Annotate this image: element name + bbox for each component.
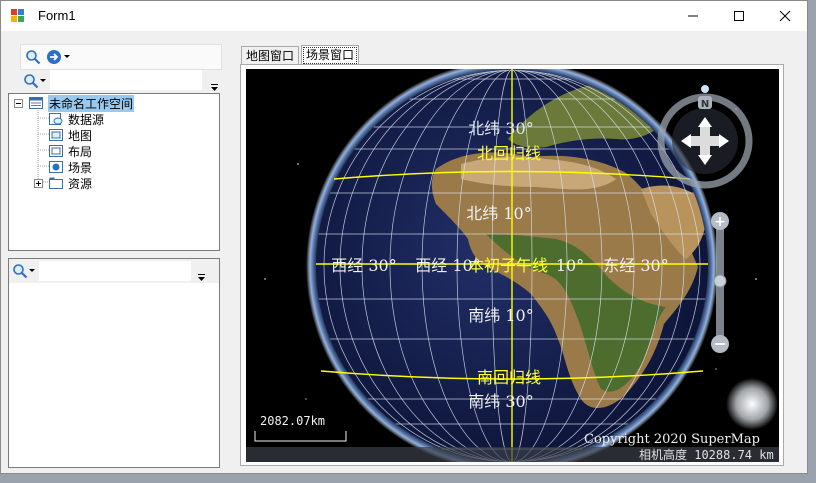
chevron-down-icon[interactable] <box>40 79 46 83</box>
title-bar: Form1 <box>1 1 807 31</box>
overflow-dropdown-icon[interactable] <box>197 273 206 282</box>
label-tropic-cancer: 北回归线 <box>477 144 541 163</box>
datasource-icon <box>49 113 63 125</box>
window-title: Form1 <box>38 8 76 23</box>
layer-toolbar <box>9 259 219 283</box>
folder-icon <box>49 177 63 189</box>
label-lat-n30: 北纬 30° <box>468 119 533 138</box>
scene-view[interactable]: 北纬 30° 北回归线 北纬 10° 西经 30° 西经 10° 本初子午线 1… <box>246 69 779 462</box>
search-icon[interactable] <box>25 49 41 65</box>
chevron-down-icon[interactable] <box>29 269 35 273</box>
scale-bar: 2082.07km <box>254 414 347 442</box>
tree-item-label[interactable]: 资源 <box>68 175 92 192</box>
label-lat-n10: 北纬 10° <box>466 204 531 223</box>
minimize-button[interactable] <box>670 1 716 31</box>
workspace-tree[interactable]: 未命名工作空间 数据源 地图 布局 场景 资源 <box>8 93 220 251</box>
chevron-down-icon[interactable] <box>64 55 70 59</box>
copyright-text: Copyright 2020 SuperMap <box>584 432 760 447</box>
maximize-icon <box>734 11 744 21</box>
collapse-icon[interactable] <box>14 98 23 108</box>
label-lon-w30: 西经 30° <box>331 256 396 275</box>
tree-item-label[interactable]: 场景 <box>68 159 92 176</box>
tab-scene-window[interactable]: 场景窗口 <box>301 45 360 66</box>
label-lon-e30: 东经 30° <box>603 256 668 275</box>
label-lat-s30: 南纬 30° <box>468 392 533 411</box>
tree-item-maps[interactable]: 地图 <box>49 127 92 143</box>
camera-height-text: 相机高度 10288.74 km <box>639 447 774 462</box>
maximize-button[interactable] <box>716 1 762 31</box>
sun-glow <box>726 378 778 430</box>
tree-root-label[interactable]: 未命名工作空间 <box>48 94 135 112</box>
expand-icon[interactable] <box>34 179 43 188</box>
app-icon <box>11 9 24 22</box>
map-icon <box>49 129 63 141</box>
layer-search-input[interactable] <box>39 261 191 281</box>
label-tropic-capricorn: 南回归线 <box>477 368 541 387</box>
tree-lines <box>37 110 49 183</box>
close-button[interactable] <box>762 1 808 31</box>
scale-text: 2082.07km <box>260 414 325 428</box>
tree-item-label[interactable]: 地图 <box>68 127 92 144</box>
tree-item-label[interactable]: 布局 <box>68 143 92 160</box>
tree-item-label[interactable]: 数据源 <box>68 111 104 128</box>
label-lat-s10: 南纬 10° <box>468 306 533 325</box>
search-icon[interactable] <box>23 73 39 89</box>
layout-icon <box>49 145 63 157</box>
tree-item-scenes[interactable]: 场景 <box>49 159 92 175</box>
scene-icon <box>49 161 63 173</box>
overflow-dropdown-icon[interactable] <box>210 83 219 92</box>
globe-canvas[interactable]: 北纬 30° 北回归线 北纬 10° 西经 30° 西经 10° 本初子午线 1… <box>246 69 779 462</box>
close-icon <box>779 10 791 22</box>
workspace-icon <box>29 97 43 109</box>
search-icon[interactable] <box>12 263 28 279</box>
navigation-compass[interactable]: N <box>657 85 753 189</box>
tree-search-input[interactable] <box>50 70 202 90</box>
workspace-toolbar <box>20 44 222 70</box>
layer-panel <box>8 258 220 468</box>
svg-text:+: + <box>714 214 726 230</box>
tree-item-datasource[interactable]: 数据源 <box>49 111 104 127</box>
compass-north-label: N <box>701 99 709 110</box>
tree-item-layouts[interactable]: 布局 <box>49 143 92 159</box>
navigate-arrow-icon[interactable] <box>46 49 62 65</box>
label-lon-e10: 10° <box>556 256 584 275</box>
label-prime-meridian: 本初子午线 <box>468 256 548 275</box>
tree-root-row[interactable]: 未命名工作空间 <box>14 94 135 112</box>
tree-search-toolbar <box>20 70 220 92</box>
tree-item-resources[interactable]: 资源 <box>49 175 92 191</box>
minimize-icon <box>688 15 698 17</box>
